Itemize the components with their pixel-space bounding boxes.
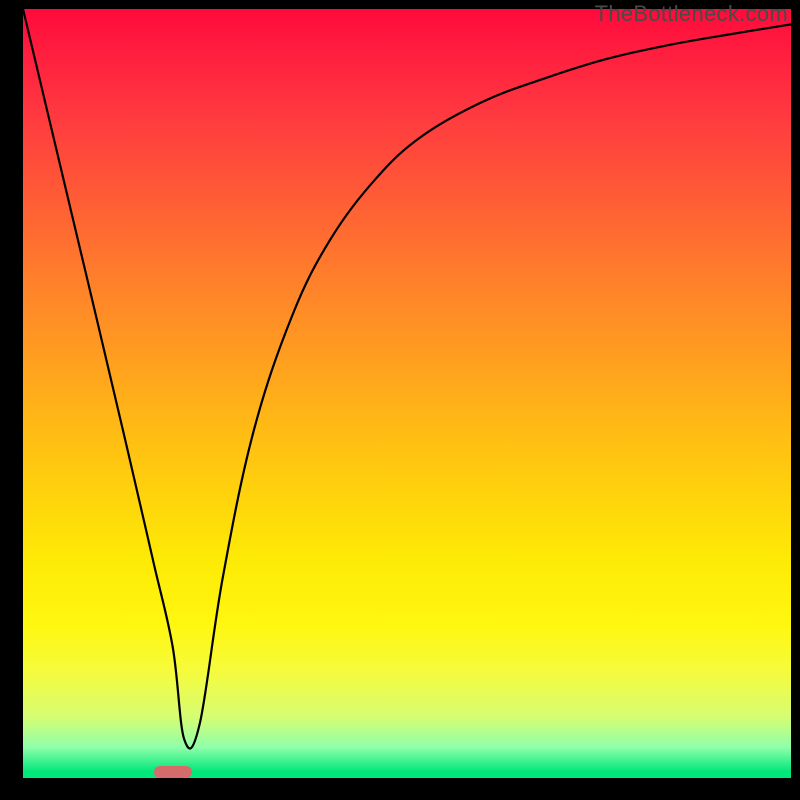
watermark-text: TheBottleneck.com xyxy=(595,1,788,27)
chart-frame: TheBottleneck.com xyxy=(0,0,800,800)
curve-path xyxy=(23,9,791,748)
plot-area xyxy=(23,9,791,778)
curve-svg xyxy=(23,9,791,778)
